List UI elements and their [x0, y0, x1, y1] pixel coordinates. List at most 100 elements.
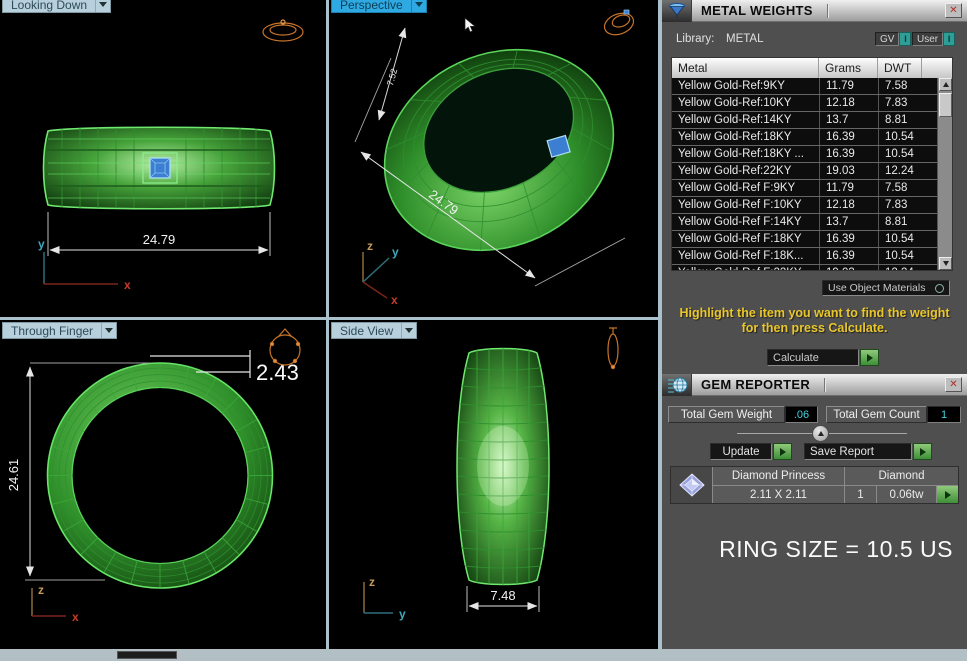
cell-dwt: 10.54: [878, 129, 937, 145]
axis-y-label: y: [392, 245, 399, 259]
ring-orientation-icon: [601, 9, 636, 38]
use-object-materials-toggle[interactable]: Use Object Materials: [822, 280, 950, 296]
cell-metal: Yellow Gold-Ref F:14KY: [672, 214, 819, 230]
table-row[interactable]: Yellow Gold-Ref:18KY ...16.3910.54: [672, 146, 952, 163]
cell-dwt: 12.24: [878, 265, 937, 270]
gem-summary-row[interactable]: Diamond Princess Diamond 2.11 X 2.11 1 0…: [670, 466, 959, 504]
view-selector-through-finger[interactable]: Through Finger: [2, 322, 117, 339]
gv-indicator: I: [899, 32, 911, 46]
dimension-width: 24.79: [48, 212, 270, 256]
table-row[interactable]: Yellow Gold-Ref F:18KY16.3910.54: [672, 231, 952, 248]
viewport-divider-horizontal[interactable]: [0, 317, 658, 320]
cell-grams: 19.03: [819, 163, 878, 179]
cell-grams: 11.79: [819, 180, 878, 196]
table-row[interactable]: Yellow Gold-Ref:14KY13.78.81: [672, 112, 952, 129]
mouse-cursor: [465, 18, 475, 32]
viewport-perspective[interactable]: 7.52 24.79 z y x Perspective: [329, 0, 658, 317]
viewport-looking-down[interactable]: 24.79 y x Looking Down: [0, 0, 326, 317]
viewport-divider-vertical[interactable]: [326, 0, 329, 649]
cell-metal: Yellow Gold-Ref F:18K...: [672, 248, 819, 264]
cell-dwt: 10.54: [878, 248, 937, 264]
table-row[interactable]: Yellow Gold-Ref:18KY16.3910.54: [672, 129, 952, 146]
cell-dwt: 8.81: [878, 112, 937, 128]
calculate-field[interactable]: Calculate: [767, 349, 859, 366]
axis-x-label: x: [124, 278, 131, 292]
viewport-through-finger[interactable]: 2.43 24.61 z x Through Finger: [0, 320, 326, 649]
cell-dwt: 10.54: [878, 231, 937, 247]
cell-metal: Yellow Gold-Ref:18KY ...: [672, 146, 819, 162]
save-report-field[interactable]: Save Report: [804, 443, 912, 460]
viewport-side-view[interactable]: 7.48 z y Side View: [329, 320, 658, 649]
dropdown-arrow-icon[interactable]: [101, 323, 116, 338]
user-button[interactable]: User I: [912, 32, 955, 46]
close-icon[interactable]: ✕: [945, 3, 962, 18]
cell-grams: 13.7: [819, 214, 878, 230]
axis-indicator: z y x: [363, 239, 399, 307]
radio-indicator-icon[interactable]: [935, 284, 944, 293]
table-row[interactable]: Yellow Gold-Ref F:14KY13.78.81: [672, 214, 952, 231]
ring-orientation-icon: [608, 328, 618, 369]
update-button[interactable]: [773, 443, 792, 460]
cell-metal: Yellow Gold-Ref F:22KY: [672, 265, 819, 270]
axis-x-label: x: [391, 293, 398, 307]
gem-reporter-titlebar[interactable]: GEM REPORTER ✕: [662, 374, 967, 396]
axis-z-label: z: [38, 583, 44, 597]
cell-grams: 11.79: [819, 78, 878, 94]
table-row[interactable]: Yellow Gold-Ref F:18K...16.3910.54: [672, 248, 952, 265]
gem-count: 1: [844, 485, 876, 503]
table-row[interactable]: Yellow Gold-Ref:9KY11.797.58: [672, 78, 952, 95]
dropdown-arrow-icon[interactable]: [95, 0, 110, 12]
view-selector-perspective[interactable]: Perspective: [331, 0, 427, 13]
panel-slider-handle[interactable]: [812, 425, 829, 442]
cell-metal: Yellow Gold-Ref:10KY: [672, 95, 819, 111]
table-rows: Yellow Gold-Ref:9KY11.797.58 Yellow Gold…: [672, 78, 952, 270]
view-selector-looking-down[interactable]: Looking Down: [2, 0, 111, 13]
scroll-down-icon[interactable]: [939, 257, 952, 270]
column-grams[interactable]: Grams: [819, 58, 878, 78]
ring-size-text: RING SIZE = 10.5 US: [719, 536, 953, 563]
cell-grams: 16.39: [819, 248, 878, 264]
table-row[interactable]: Yellow Gold-Ref F:9KY11.797.58: [672, 180, 952, 197]
scroll-up-icon[interactable]: [939, 78, 952, 91]
gem-cut: Diamond Princess: [713, 467, 844, 485]
calculate-button[interactable]: [860, 349, 879, 366]
view-selector-label: Perspective: [332, 0, 411, 12]
save-report-button[interactable]: [913, 443, 932, 460]
update-field[interactable]: Update: [710, 443, 772, 460]
scrollbar-thumb[interactable]: [939, 93, 952, 117]
ring-render-perspective: 7.52 24.79 z y x: [329, 0, 658, 317]
metal-weights-titlebar[interactable]: METAL WEIGHTS ✕: [662, 0, 967, 22]
column-metal[interactable]: Metal: [672, 58, 819, 78]
panel-title: GEM REPORTER: [692, 377, 810, 392]
cell-dwt: 7.58: [878, 180, 937, 196]
gem-type: Diamond: [844, 467, 958, 485]
arrow-right-icon: [945, 491, 951, 499]
total-gem-count-label: Total Gem Count: [826, 406, 927, 423]
table-header[interactable]: Metal Grams DWT: [672, 58, 952, 78]
taskbar-strip: [0, 649, 967, 661]
taskbar-item[interactable]: [117, 651, 177, 659]
cell-grams: 13.7: [819, 112, 878, 128]
dropdown-arrow-icon[interactable]: [411, 0, 426, 12]
table-row[interactable]: Yellow Gold-Ref F:10KY12.187.83: [672, 197, 952, 214]
user-indicator: I: [943, 32, 955, 46]
table-row[interactable]: Yellow Gold-Ref:10KY12.187.83: [672, 95, 952, 112]
cell-dwt: 10.54: [878, 146, 937, 162]
axis-y-label: y: [38, 237, 45, 251]
column-dwt[interactable]: DWT: [878, 58, 922, 78]
table-scrollbar[interactable]: [937, 78, 952, 270]
table-row[interactable]: Yellow Gold-Ref F:22KY19.0312.24: [672, 265, 952, 270]
gem-row-button[interactable]: [936, 485, 958, 503]
cell-metal: Yellow Gold-Ref:18KY: [672, 129, 819, 145]
cell-metal: Yellow Gold-Ref F:18KY: [672, 231, 819, 247]
gv-button[interactable]: GV I: [875, 32, 911, 46]
princess-gem-icon: [671, 467, 713, 503]
view-selector-side-view[interactable]: Side View: [331, 322, 417, 339]
total-gem-weight-value: .06: [785, 406, 818, 423]
dimension-label-thickness: 2.43: [256, 360, 299, 385]
axis-z-label: z: [369, 575, 375, 589]
cell-grams: 16.39: [819, 231, 878, 247]
close-icon[interactable]: ✕: [945, 377, 962, 392]
table-row[interactable]: Yellow Gold-Ref:22KY19.0312.24: [672, 163, 952, 180]
dropdown-arrow-icon[interactable]: [401, 323, 416, 338]
